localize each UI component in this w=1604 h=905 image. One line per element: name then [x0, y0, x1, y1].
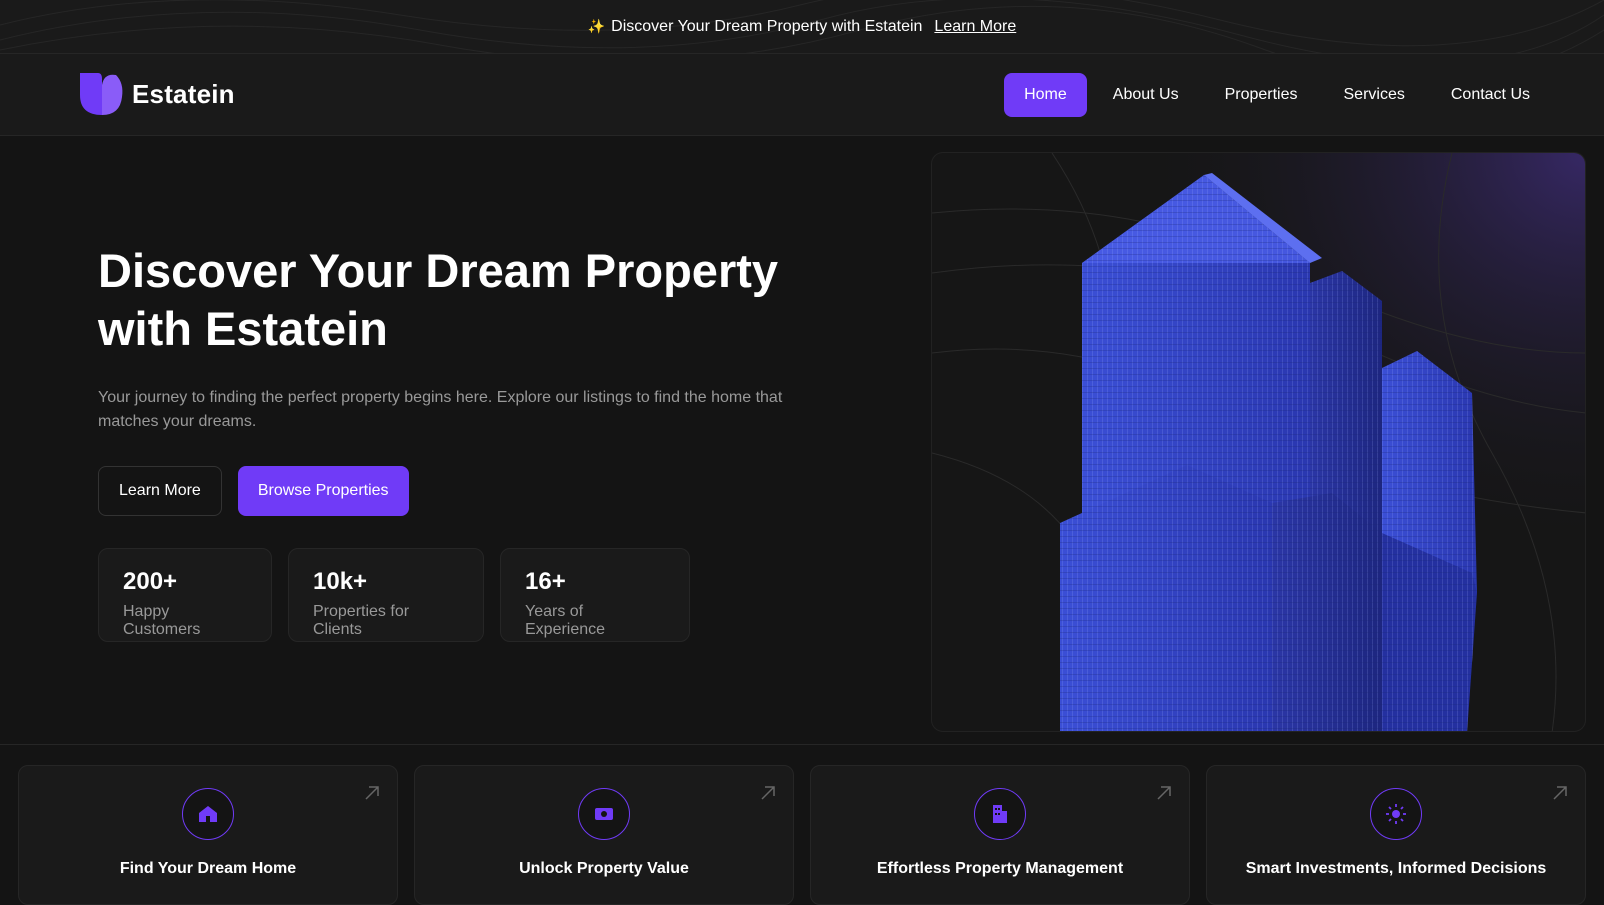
stat-label: Happy Customers	[123, 603, 201, 638]
stat-value: 16+	[525, 568, 566, 595]
sparkle-icon: ✨	[587, 18, 606, 34]
stat-card-properties: 10k+ Properties for Clients	[288, 548, 484, 642]
feature-card-dream-home[interactable]: Find Your Dream Home	[18, 765, 398, 905]
hero-title: Discover Your Dream Property with Estate…	[98, 242, 798, 358]
site-header: Estatein Home About Us Properties Servic…	[0, 54, 1604, 136]
stat-card-customers: 200+ Happy Customers	[98, 548, 272, 642]
nav-properties[interactable]: Properties	[1205, 73, 1318, 117]
nav-services[interactable]: Services	[1324, 73, 1425, 117]
nav-contact-us[interactable]: Contact Us	[1431, 73, 1550, 117]
skyscraper-illustration	[932, 153, 1585, 731]
feature-card-smart-investments[interactable]: Smart Investments, Informed Decisions	[1206, 765, 1586, 905]
announcement-learn-more-link[interactable]: Learn More	[934, 18, 1016, 36]
hero-section: Discover Your Dream Property with Estate…	[0, 136, 1604, 744]
stat-label: Properties for Clients	[313, 603, 410, 638]
feature-title: Unlock Property Value	[519, 860, 689, 877]
feature-title: Effortless Property Management	[876, 860, 1124, 877]
brand-name: Estatein	[132, 78, 235, 109]
brand-logo[interactable]: Estatein	[78, 71, 235, 117]
stat-value: 10k+	[313, 568, 368, 595]
stat-card-experience: 16+ Years of Experience	[500, 548, 690, 642]
learn-more-button[interactable]: Learn More	[98, 466, 222, 516]
stat-label: Years of Experience	[525, 603, 606, 638]
feature-card-property-management[interactable]: Effortless Property Management	[810, 765, 1190, 905]
money-icon	[578, 788, 630, 840]
logo-mark-icon	[80, 73, 123, 115]
hero-subtitle: Your journey to finding the perfect prop…	[98, 389, 783, 430]
announcement-message: Discover Your Dream Property with Estate…	[611, 17, 923, 35]
building-icon	[974, 788, 1026, 840]
feature-card-property-value[interactable]: Unlock Property Value	[414, 765, 794, 905]
stats-row: 200+ Happy Customers 10k+ Properties for…	[98, 548, 690, 642]
arrow-up-right-icon	[761, 786, 775, 800]
announcement-bar: ✨ Discover Your Dream Property with Esta…	[0, 0, 1604, 54]
arrow-up-right-icon	[1553, 786, 1567, 800]
main-nav: Home About Us Properties Services Contac…	[1004, 73, 1550, 117]
arrow-up-right-icon	[365, 786, 379, 800]
stat-value: 200+	[123, 568, 178, 595]
nav-about-us[interactable]: About Us	[1093, 73, 1199, 117]
nav-home[interactable]: Home	[1004, 73, 1087, 117]
hero-title-line-1: Discover Your Dream Property	[98, 244, 779, 297]
hero-building-image	[931, 152, 1586, 732]
home-icon	[182, 788, 234, 840]
feature-title: Find Your Dream Home	[119, 860, 297, 877]
sun-icon	[1370, 788, 1422, 840]
feature-strip: Find Your Dream Home Unlock Property Val…	[0, 744, 1604, 905]
browse-properties-button[interactable]: Browse Properties	[237, 466, 409, 516]
hero-actions: Learn More Browse Properties	[98, 466, 409, 516]
hero-title-line-2: with Estatein	[98, 302, 388, 355]
feature-title: Smart Investments, Informed Decisions	[1245, 860, 1547, 877]
arrow-up-right-icon	[1157, 786, 1171, 800]
